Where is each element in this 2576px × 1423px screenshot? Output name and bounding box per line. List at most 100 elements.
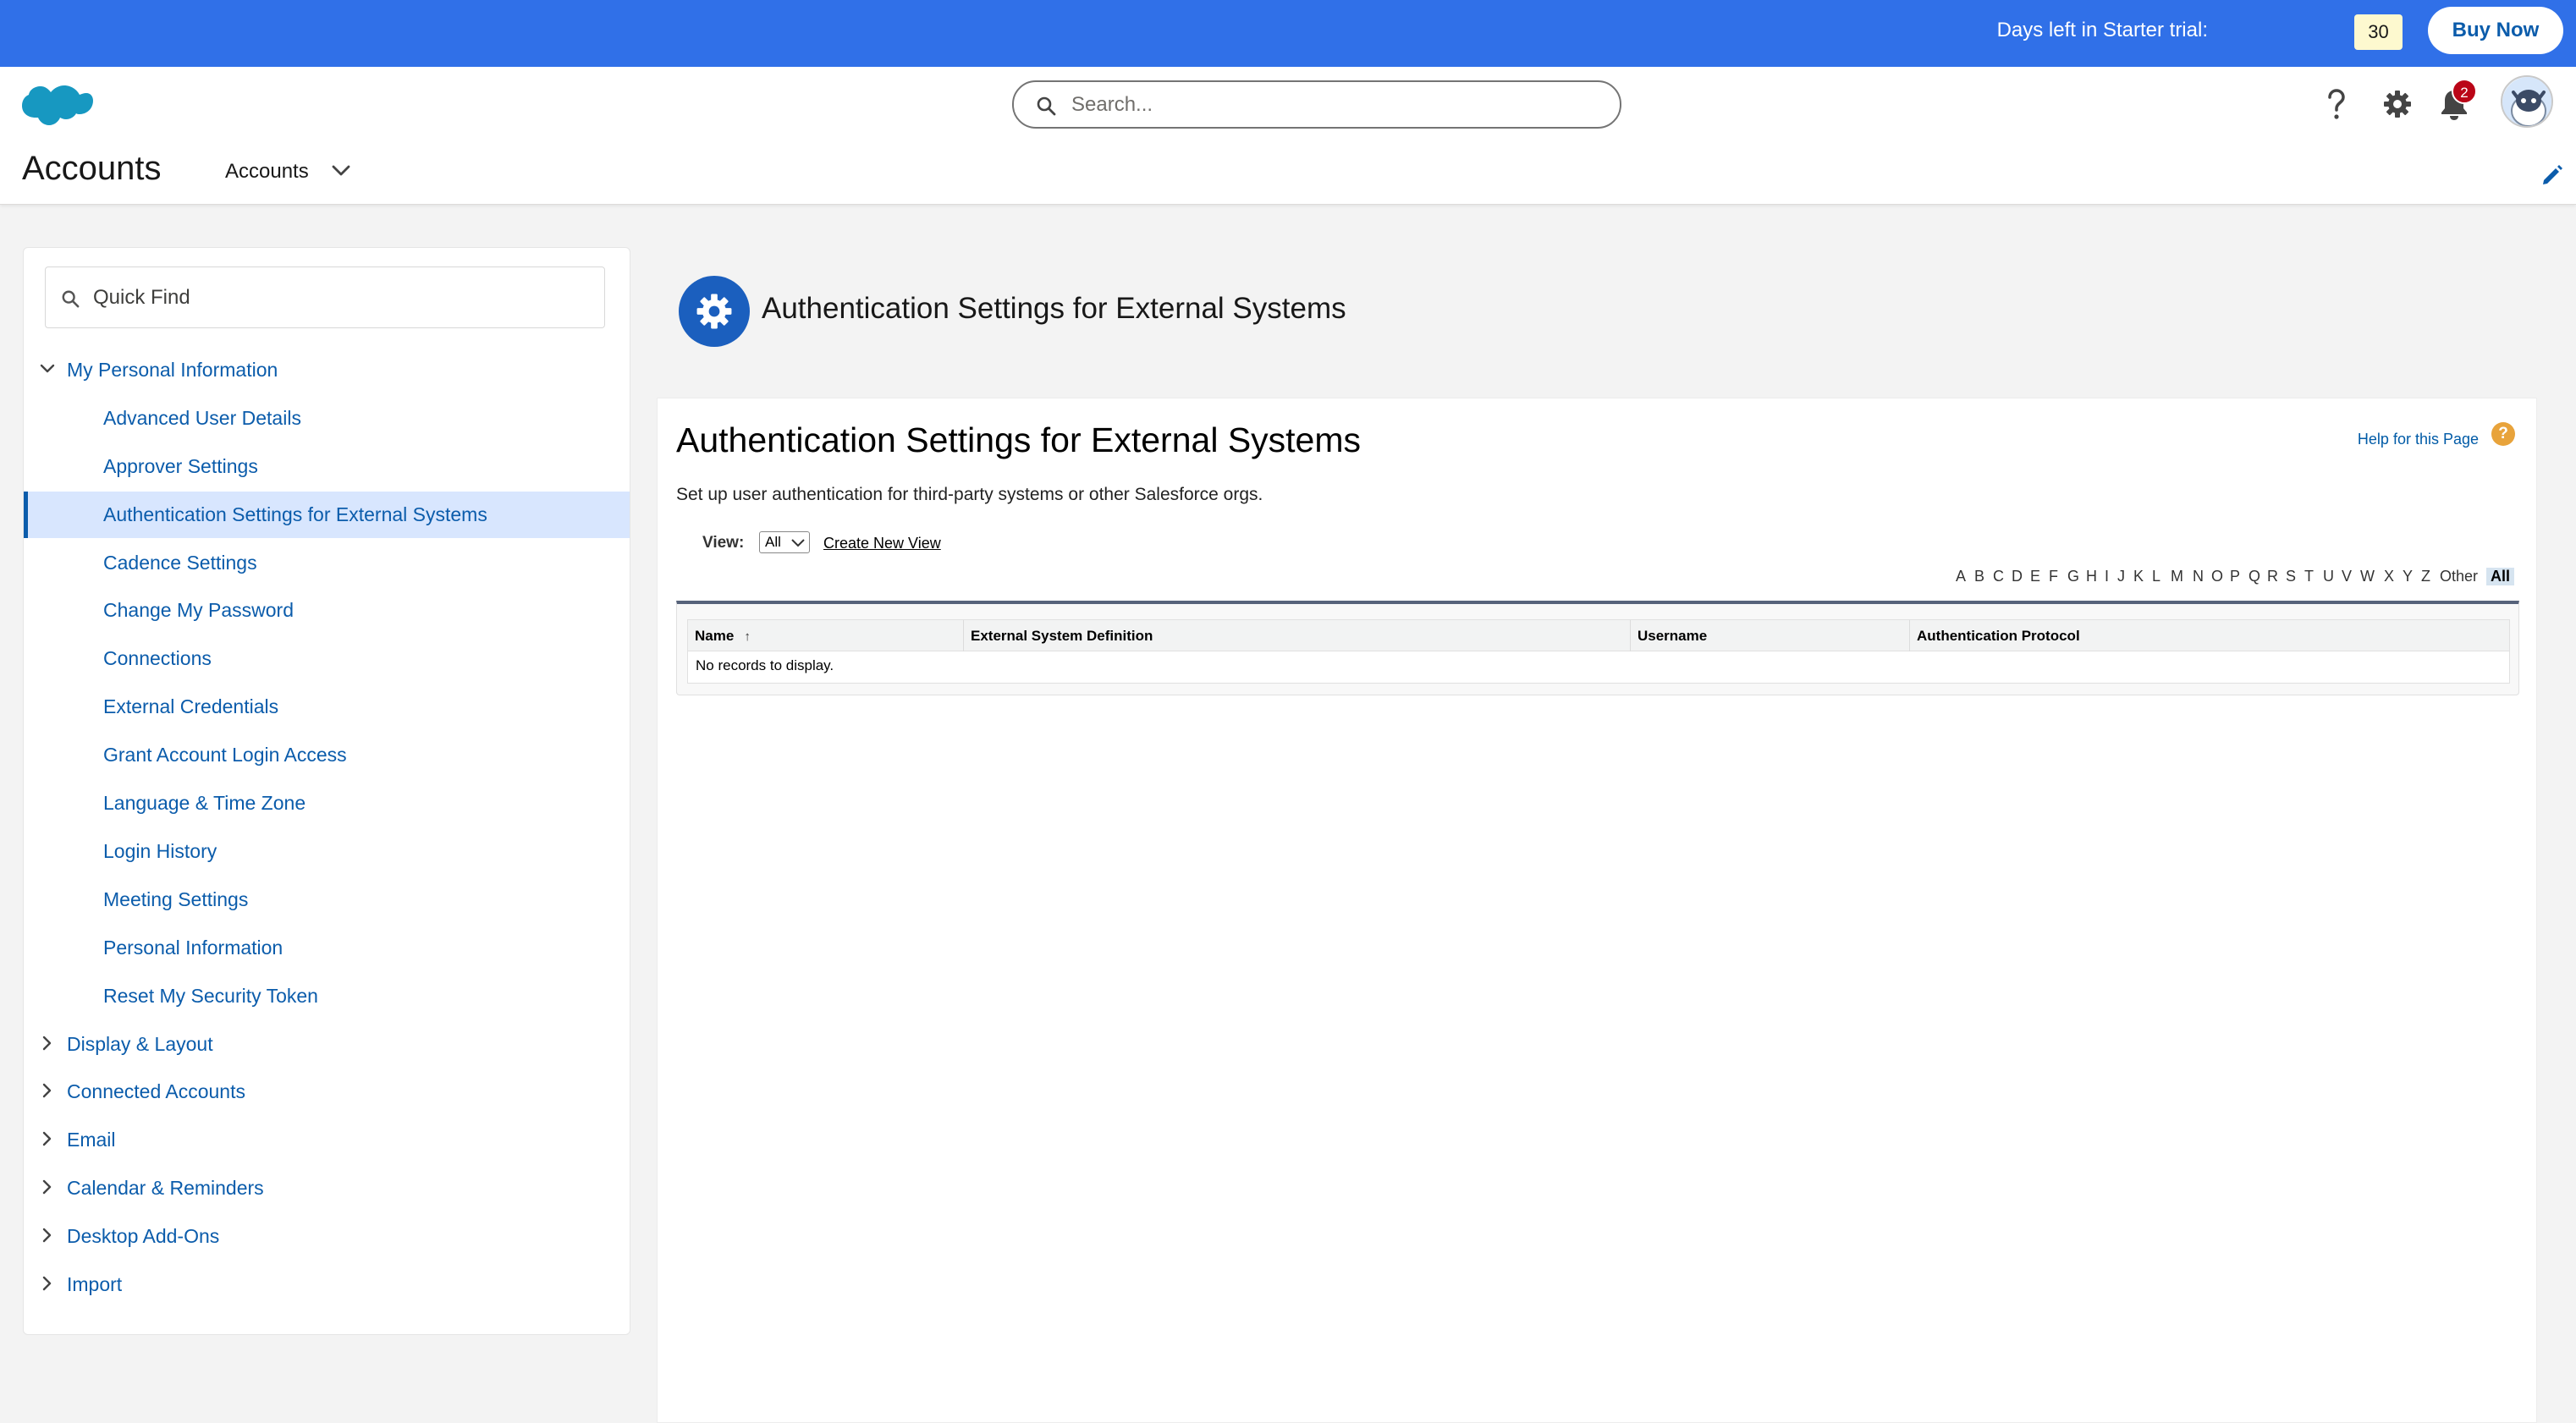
nav-tab-accounts[interactable]: Accounts [225, 160, 309, 184]
alpha-filter-s[interactable]: S [2286, 568, 2296, 585]
empty-state-text: No records to display. [696, 657, 834, 673]
tree-item-label: Display & Layout [67, 1033, 213, 1055]
create-new-view-link[interactable]: Create New View [823, 535, 941, 552]
tree-item-label: Approver Settings [103, 455, 258, 477]
records-list-panel: Name ↑ External System Definition Usernam… [676, 601, 2519, 695]
alpha-filter-i[interactable]: I [2105, 568, 2109, 585]
alpha-filter-t[interactable]: T [2304, 568, 2314, 585]
app-name: Accounts [22, 150, 162, 187]
global-header: 2 Accounts Accounts [0, 67, 2576, 205]
tree-item-label: Meeting Settings [103, 888, 249, 910]
alpha-filter-u[interactable]: U [2323, 568, 2334, 585]
alpha-filter-b[interactable]: B [1974, 568, 1984, 585]
tree-section-connected-accounts[interactable]: Connected Accounts [24, 1069, 630, 1115]
alpha-filter-v[interactable]: V [2342, 568, 2352, 585]
alpha-filter-q[interactable]: Q [2248, 568, 2260, 585]
alpha-filter-other[interactable]: Other [2440, 568, 2478, 585]
tree-section-import[interactable]: Import [24, 1261, 630, 1308]
tree-item-cadence-settings[interactable]: Cadence Settings [24, 540, 630, 586]
tree-item-meeting-settings[interactable]: Meeting Settings [24, 876, 630, 923]
tree-item-label: Authentication Settings for External Sys… [103, 503, 487, 525]
chevron-right-icon [42, 1276, 52, 1291]
tree-item-label: Login History [103, 840, 217, 862]
view-label: View: [702, 534, 745, 552]
tree-section-display-layout[interactable]: Display & Layout [24, 1021, 630, 1068]
alpha-filter-g[interactable]: G [2067, 568, 2079, 585]
alpha-filter-y[interactable]: Y [2403, 568, 2413, 585]
quick-find-input[interactable] [93, 283, 584, 313]
global-search-box[interactable] [1012, 80, 1621, 129]
tree-item-label: Reset My Security Token [103, 985, 318, 1007]
alpha-filter-e[interactable]: E [2030, 568, 2040, 585]
tree-item-login-history[interactable]: Login History [24, 828, 630, 875]
alpha-filter-r[interactable]: R [2267, 568, 2278, 585]
tree-item-label: External Credentials [103, 695, 279, 717]
tree-item-label: Cadence Settings [103, 552, 257, 574]
search-icon [1037, 96, 1056, 116]
buy-now-button[interactable]: Buy Now [2428, 7, 2563, 54]
alpha-filter-a[interactable]: A [1956, 568, 1966, 585]
alpha-filter-l[interactable]: L [2152, 568, 2160, 585]
trial-banner: Days left in Starter trial: 30 Buy Now [0, 0, 2576, 67]
tree-item-label: Language & Time Zone [103, 792, 306, 814]
tree-item-authentication-settings-for-external-systems[interactable]: Authentication Settings for External Sys… [24, 492, 630, 538]
tree-item-connections[interactable]: Connections [24, 635, 630, 682]
column-header-username[interactable]: Username [1631, 620, 1910, 651]
tree-item-label: Connections [103, 647, 212, 669]
table-header-row: Name ↑ External System Definition Usernam… [688, 620, 2509, 651]
alpha-filter-z[interactable]: Z [2421, 568, 2430, 585]
alpha-filter-m[interactable]: M [2171, 568, 2183, 585]
user-avatar[interactable] [2501, 75, 2553, 128]
tree-item-personal-information[interactable]: Personal Information [24, 925, 630, 971]
tree-section-my-personal-information[interactable]: My Personal Information [24, 347, 630, 393]
tree-item-label: Connected Accounts [67, 1080, 245, 1102]
search-icon [62, 290, 80, 308]
alpha-filter-n[interactable]: N [2193, 568, 2204, 585]
alpha-filter-x[interactable]: X [2384, 568, 2394, 585]
tree-item-language-time-zone[interactable]: Language & Time Zone [24, 780, 630, 827]
alpha-filter-o[interactable]: O [2211, 568, 2223, 585]
column-header-authentication-protocol[interactable]: Authentication Protocol [1910, 620, 2509, 651]
tree-item-change-my-password[interactable]: Change My Password [24, 587, 630, 634]
setup-gear-icon[interactable] [2382, 89, 2413, 119]
salesforce-logo[interactable] [20, 79, 93, 129]
tree-section-email[interactable]: Email [24, 1117, 630, 1163]
tree-item-label: Grant Account Login Access [103, 744, 347, 766]
alpha-filter-all[interactable]: All [2486, 568, 2515, 585]
tree-item-approver-settings[interactable]: Approver Settings [24, 443, 630, 490]
column-header-name[interactable]: Name ↑ [688, 620, 964, 651]
chevron-down-icon[interactable] [332, 165, 350, 177]
column-header-label: External System Definition [971, 628, 1153, 644]
alpha-filter-f[interactable]: F [2049, 568, 2058, 585]
help-for-page-link[interactable]: Help for this Page [1511, 431, 2479, 448]
column-header-external-system-definition[interactable]: External System Definition [964, 620, 1631, 651]
tree-item-external-credentials[interactable]: External Credentials [24, 684, 630, 730]
sort-ascending-icon: ↑ [744, 629, 751, 644]
help-question-icon[interactable]: ? [2491, 422, 2515, 446]
alpha-filter-p[interactable]: P [2230, 568, 2240, 585]
chevron-right-icon [42, 1131, 52, 1146]
view-select[interactable]: All [759, 531, 810, 553]
tree-item-label: Email [67, 1129, 116, 1151]
tree-item-label: Desktop Add-Ons [67, 1225, 220, 1247]
tree-item-label: Change My Password [103, 599, 294, 621]
quick-find-box[interactable] [45, 266, 605, 328]
tree-item-label: Advanced User Details [103, 407, 301, 429]
tree-section-desktop-add-ons[interactable]: Desktop Add-Ons [24, 1213, 630, 1260]
trial-label: Days left in Starter trial: [1996, 19, 2208, 41]
alpha-filter-w[interactable]: W [2360, 568, 2375, 585]
global-search-input[interactable] [1071, 91, 1596, 119]
column-header-label: Name [695, 628, 735, 644]
help-icon[interactable] [2323, 87, 2350, 121]
tree-item-grant-account-login-access[interactable]: Grant Account Login Access [24, 732, 630, 778]
tree-item-advanced-user-details[interactable]: Advanced User Details [24, 395, 630, 442]
alpha-filter-c[interactable]: C [1993, 568, 2004, 585]
chevron-right-icon [42, 1228, 52, 1243]
tree-item-reset-my-security-token[interactable]: Reset My Security Token [24, 973, 630, 1019]
tree-section-calendar-reminders[interactable]: Calendar & Reminders [24, 1165, 630, 1211]
edit-nav-pencil-icon[interactable] [2541, 164, 2563, 186]
alpha-filter-k[interactable]: K [2133, 568, 2144, 585]
alpha-filter-d[interactable]: D [2012, 568, 2023, 585]
alpha-filter-h[interactable]: H [2086, 568, 2097, 585]
alpha-filter-j[interactable]: J [2117, 568, 2125, 585]
